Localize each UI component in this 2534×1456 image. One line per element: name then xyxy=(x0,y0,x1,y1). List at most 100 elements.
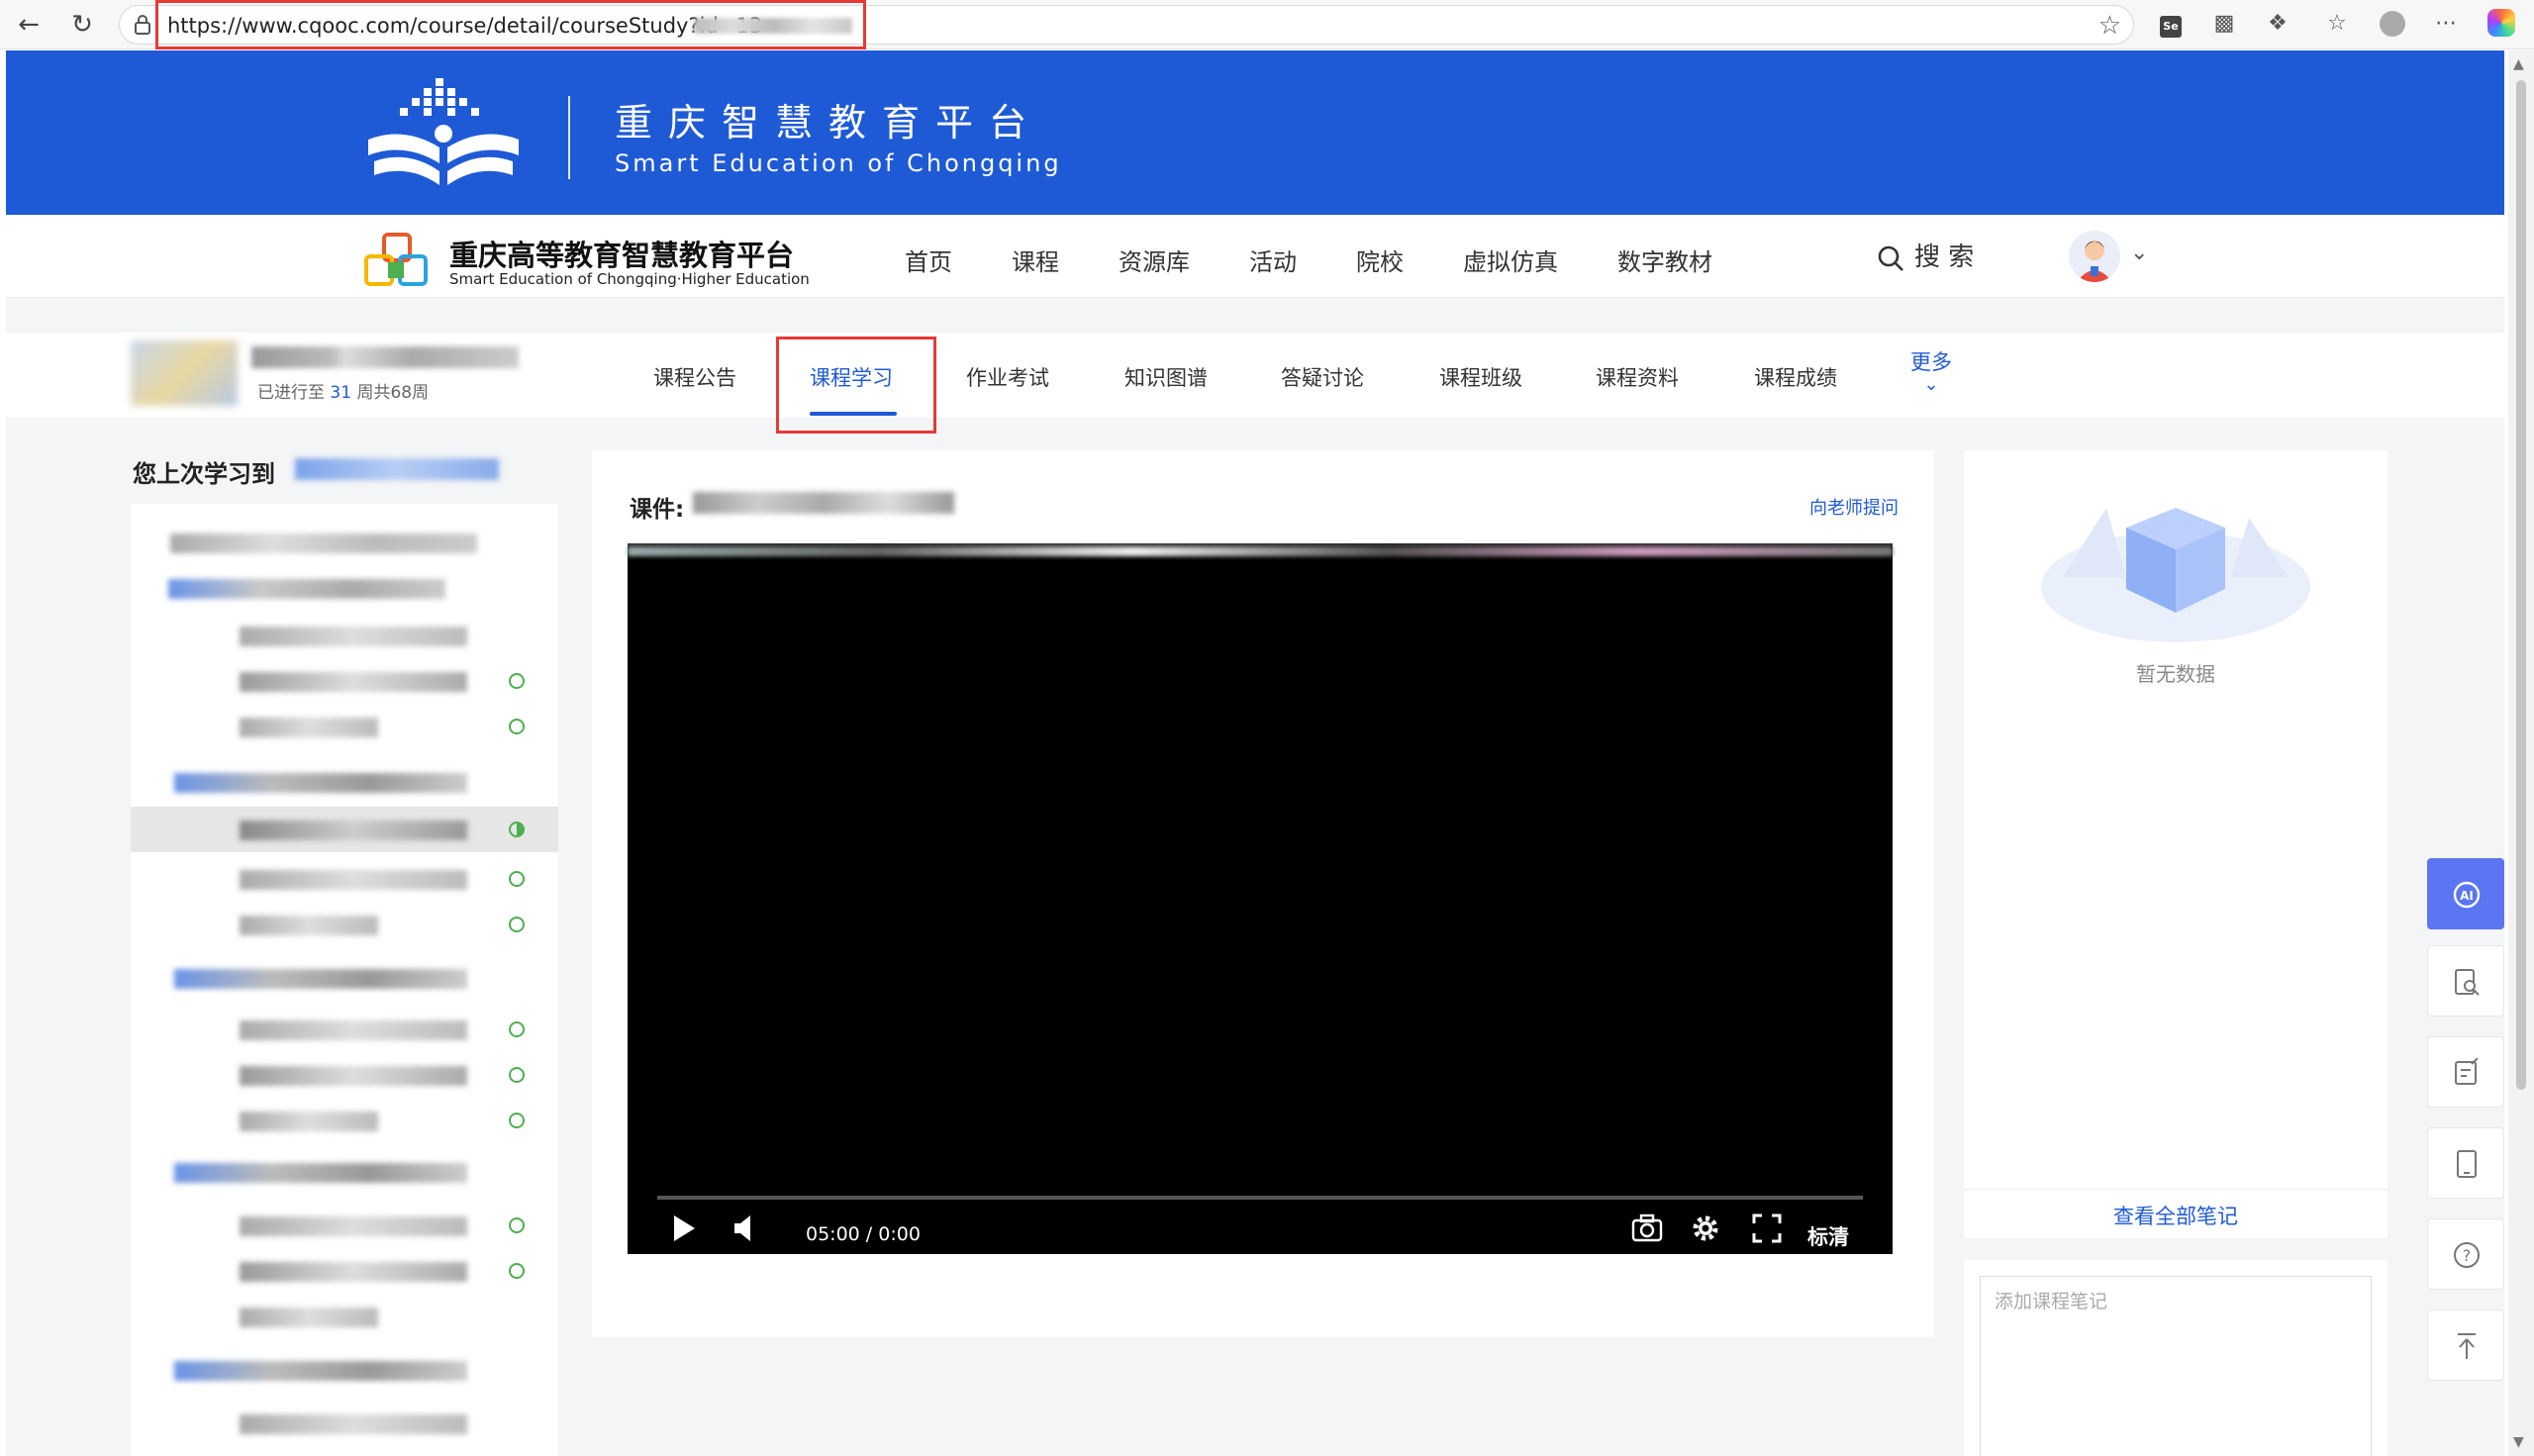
svg-text:AI: AI xyxy=(2460,889,2474,903)
copilot-icon[interactable] xyxy=(2486,9,2516,39)
completed-icon xyxy=(509,1217,525,1233)
browser-toolbar: ← ↻ https://www.cqooc.com/course/detail/… xyxy=(0,0,2534,49)
nav-home[interactable]: 首页 xyxy=(905,243,952,277)
last-studied-label: 您上次学习到 xyxy=(133,460,275,488)
video-player[interactable]: 05:00 / 0:00 标清 xyxy=(628,543,1893,1254)
document-search-icon xyxy=(2455,969,2480,996)
course-progress: 已进行至 31 周共68周 xyxy=(257,383,430,403)
help-button[interactable]: ? xyxy=(2427,1218,2504,1290)
url-highlight-box xyxy=(155,0,866,49)
tab-materials[interactable]: 课程资料 xyxy=(1596,362,1679,392)
fullscreen-icon[interactable] xyxy=(1752,1213,1782,1243)
settings-gear-icon[interactable] xyxy=(1691,1213,1720,1243)
no-data-text: 暂无数据 xyxy=(2136,662,2215,686)
nav-courses[interactable]: 课程 xyxy=(1012,243,1059,277)
nav-virtual-sim[interactable]: 虚拟仿真 xyxy=(1463,243,1558,277)
completed-icon xyxy=(509,1067,525,1083)
page: 重庆智慧教育平台 Smart Education of Chongqing 重庆… xyxy=(6,50,2504,1456)
completed-icon xyxy=(509,917,525,932)
video-time: 05:00 / 0:00 xyxy=(806,1223,921,1245)
section-row[interactable] xyxy=(131,1347,558,1393)
chapter-sidebar[interactable] xyxy=(131,504,558,1456)
notes-divider xyxy=(1964,1189,2388,1190)
nav-colleges[interactable]: 院校 xyxy=(1356,243,1404,277)
extensions-puzzle-icon[interactable]: ❖ xyxy=(2263,9,2292,39)
tab-homework-exams[interactable]: 作业考试 xyxy=(966,362,1049,392)
back-icon[interactable]: ← xyxy=(12,8,46,42)
lesson-row[interactable] xyxy=(131,704,558,749)
completed-icon xyxy=(509,719,525,734)
chevron-down-icon[interactable]: ⌄ xyxy=(2130,241,2148,265)
translate-icon[interactable]: ▩ xyxy=(2209,9,2239,39)
screenshot-camera-icon[interactable] xyxy=(1631,1213,1663,1243)
section-row[interactable] xyxy=(131,759,558,805)
quality-button[interactable]: 标清 xyxy=(1807,1221,1849,1251)
page-scrollbar[interactable]: ▲ ▼ xyxy=(2508,50,2534,1456)
lesson-row[interactable] xyxy=(131,902,558,947)
lesson-panel: 课件: 向老师提问 05:00 / 0:00 标清 xyxy=(592,450,1934,1337)
ask-teacher-link[interactable]: 向老师提问 xyxy=(1809,494,1899,520)
add-note-panel: 添加课程笔记 xyxy=(1964,1260,2388,1456)
platform-logo-icon[interactable] xyxy=(364,233,439,290)
favorites-icon[interactable]: ☆ xyxy=(2322,9,2352,39)
play-icon[interactable] xyxy=(671,1213,697,1243)
note-input[interactable]: 添加课程笔记 xyxy=(1980,1276,2372,1456)
lesson-row[interactable] xyxy=(131,1203,558,1248)
lesson-row[interactable] xyxy=(131,1098,558,1143)
more-menu-icon[interactable]: ⋯ xyxy=(2431,9,2461,39)
completed-icon xyxy=(509,1113,525,1128)
in-progress-icon xyxy=(509,822,525,837)
search-label: 搜 索 xyxy=(1914,243,1975,272)
tab-discussion[interactable]: 答疑讨论 xyxy=(1281,362,1364,392)
tab-knowledge-graph[interactable]: 知识图谱 xyxy=(1124,362,1208,392)
lesson-row[interactable] xyxy=(131,1248,558,1294)
nav-resources[interactable]: 资源库 xyxy=(1119,243,1190,277)
top-banner: 重庆智慧教育平台 Smart Education of Chongqing xyxy=(6,50,2504,215)
banner-title: 重庆智慧教育平台 xyxy=(615,101,1043,145)
lesson-row[interactable] xyxy=(131,613,558,658)
section-row[interactable] xyxy=(131,955,558,1001)
completed-icon xyxy=(509,1021,525,1037)
search-notes-button[interactable] xyxy=(2427,945,2504,1017)
chapter-row[interactable] xyxy=(131,520,558,565)
section-row[interactable] xyxy=(131,1149,558,1195)
section-row[interactable] xyxy=(131,565,558,611)
search-button[interactable]: 搜 索 xyxy=(1877,237,1974,273)
tab-grades[interactable]: 课程成绩 xyxy=(1754,362,1837,392)
course-header: 已进行至 31 周共68周 课程公告 课程学习 作业考试 知识图谱 答疑讨论 课… xyxy=(6,333,2504,434)
lesson-row[interactable] xyxy=(131,1401,558,1446)
lesson-row[interactable] xyxy=(131,1007,558,1052)
tablet-icon xyxy=(2457,1150,2477,1178)
extension-icon[interactable]: Se xyxy=(2156,9,2186,39)
favorite-star-icon[interactable]: ☆ xyxy=(2098,11,2121,41)
edit-document-icon xyxy=(2455,1058,2479,1085)
course-title-redacted xyxy=(251,346,519,368)
back-to-top-button[interactable] xyxy=(2427,1310,2504,1381)
video-progress-bar[interactable] xyxy=(657,1196,1863,1200)
volume-mute-icon[interactable] xyxy=(732,1213,756,1243)
search-icon xyxy=(1878,245,1903,271)
ai-assistant-button[interactable]: AI xyxy=(2427,858,2504,929)
profile-icon[interactable] xyxy=(2378,9,2407,39)
reload-icon[interactable]: ↻ xyxy=(65,8,99,42)
edit-note-button[interactable] xyxy=(2427,1036,2504,1108)
lesson-row-current[interactable] xyxy=(131,807,558,852)
lesson-row[interactable] xyxy=(131,856,558,902)
tab-announcements[interactable]: 课程公告 xyxy=(653,362,736,392)
nav-activities[interactable]: 活动 xyxy=(1249,243,1297,277)
more-tabs-button[interactable]: 更多 ⌄ xyxy=(1910,346,1952,395)
lesson-row[interactable] xyxy=(131,1294,558,1339)
tab-classes[interactable]: 课程班级 xyxy=(1439,362,1522,392)
completed-icon xyxy=(509,1263,525,1279)
nav-digital-textbooks[interactable]: 数字教材 xyxy=(1617,243,1712,277)
tablet-view-button[interactable] xyxy=(2427,1127,2504,1199)
platform-nav: 重庆高等教育智慧教育平台 Smart Education of Chongqin… xyxy=(6,215,2504,298)
lesson-row[interactable] xyxy=(131,658,558,704)
chevron-down-icon: ⌄ xyxy=(1923,374,1939,395)
last-studied-link[interactable] xyxy=(295,458,499,480)
banner-subtitle: Smart Education of Chongqing xyxy=(615,149,1062,177)
user-avatar[interactable] xyxy=(2069,231,2120,282)
view-all-notes-link[interactable]: 查看全部笔记 xyxy=(1964,1201,2388,1230)
address-bar[interactable]: https://www.cqooc.com/course/detail/cour… xyxy=(119,0,2134,49)
lesson-row[interactable] xyxy=(131,1052,558,1098)
